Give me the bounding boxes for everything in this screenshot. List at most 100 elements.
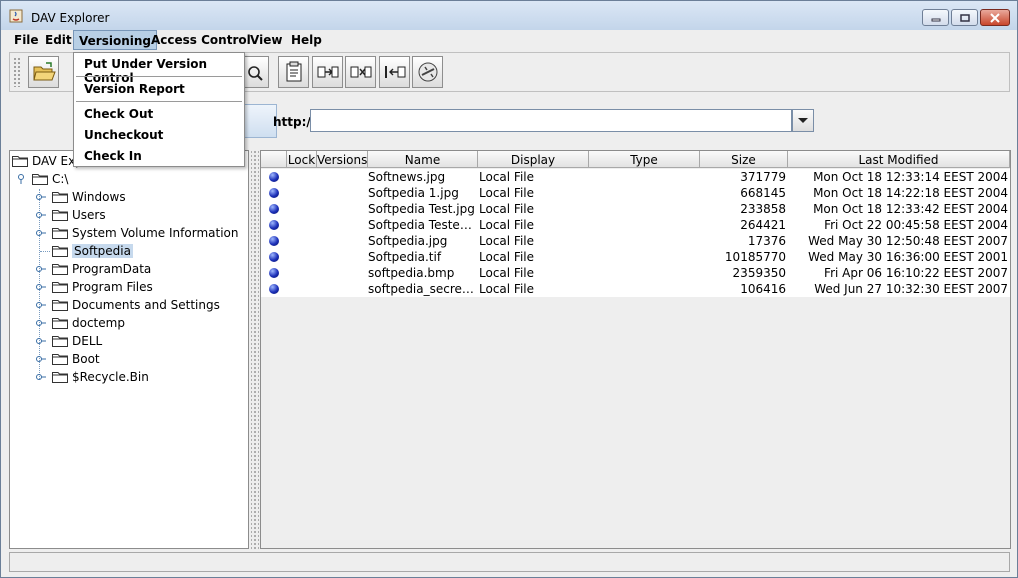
cell-type: [590, 217, 700, 233]
local-file-icon: [269, 188, 279, 198]
column-header-lock[interactable]: Lock: [287, 151, 317, 168]
table-row[interactable]: Softpedia 1.jpg Local File 668145 Mon Oct 1…: [261, 185, 1010, 201]
cell-type: [590, 281, 700, 297]
tree-item[interactable]: ProgramData: [12, 260, 248, 278]
cell-size: 371779: [740, 170, 786, 184]
menu-help[interactable]: Help: [286, 30, 327, 50]
tree-item-label: Documents and Settings: [72, 298, 220, 312]
toolbar-grip[interactable]: [13, 57, 21, 87]
menu-item-version-report[interactable]: Version Report: [74, 79, 244, 99]
cell-size: 10185770: [724, 250, 786, 264]
tree-drive-c[interactable]: C:\: [12, 170, 248, 188]
cell-size: 233858: [740, 202, 786, 216]
table-row[interactable]: softpedia.bmp Local File 2359350 Fri Apr 06…: [261, 265, 1010, 281]
folder-icon: [52, 264, 68, 275]
column-header-last-modified[interactable]: Last Modified: [788, 151, 1010, 168]
tree-item[interactable]: Windows: [12, 188, 248, 206]
cell-name: Softpedia.tif: [368, 250, 442, 264]
column-header-name[interactable]: Name: [368, 151, 478, 168]
minimize-icon: [931, 18, 940, 21]
menu-item-put-under-version-control[interactable]: Put Under Version Control: [74, 54, 244, 85]
cell-display: Local File: [479, 186, 534, 200]
collapsed-knob-icon: [36, 356, 46, 362]
url-protocol-label: http://: [273, 115, 316, 129]
table-row[interactable]: softpedia_secret_... Local File 106416 Wed …: [261, 281, 1010, 297]
connect-button[interactable]: [243, 104, 277, 138]
tree-item[interactable]: Documents and Settings: [12, 296, 248, 314]
cell-name: softpedia_secret_...: [368, 282, 478, 296]
menu-item-check-in[interactable]: Check In: [74, 146, 244, 166]
menu-bar: File Edit Versioning Access Control View…: [1, 30, 1017, 50]
cell-size: 2359350: [732, 266, 786, 280]
tree-item-label: Softpedia: [72, 244, 133, 258]
url-history-dropdown[interactable]: [792, 109, 814, 132]
folder-icon: [52, 192, 68, 203]
menu-access-control[interactable]: Access Control: [146, 30, 256, 50]
disconnect-button[interactable]: [412, 56, 443, 88]
tree-item[interactable]: Users: [12, 206, 248, 224]
table-row[interactable]: Softpedia.jpg Local File 17376 Wed May 30 1…: [261, 233, 1010, 249]
column-header-size[interactable]: Size: [700, 151, 788, 168]
properties-icon: [286, 61, 302, 82]
menu-versioning[interactable]: Versioning: [73, 30, 157, 50]
tree-item[interactable]: Program Files: [12, 278, 248, 296]
folder-icon: [52, 354, 68, 365]
cell-display: Local File: [479, 250, 534, 264]
local-file-icon: [269, 236, 279, 246]
folder-icon: [52, 282, 68, 293]
tree-item[interactable]: doctemp: [12, 314, 248, 332]
table-row[interactable]: Softpedia Test.jpg Local File 233858 Mon Oc…: [261, 201, 1010, 217]
folder-icon: [32, 174, 48, 185]
folder-icon: [52, 300, 68, 311]
move-button[interactable]: [345, 56, 376, 88]
table-row[interactable]: Softpedia.tif Local File 10185770 Wed May 3…: [261, 249, 1010, 265]
cell-type: [590, 265, 700, 281]
folder-tree[interactable]: DAV Explorer C:\ Windows Users System Volu…: [9, 150, 249, 549]
copy-button[interactable]: [312, 56, 343, 88]
maximize-icon: [959, 13, 970, 22]
properties-button[interactable]: [278, 56, 309, 88]
cell-size: 668145: [740, 186, 786, 200]
url-input[interactable]: [310, 109, 792, 132]
collapsed-knob-icon: [36, 194, 46, 200]
tree-item[interactable]: Softpedia: [12, 242, 248, 260]
cell-last-modified: Fri Oct 22 00:45:58 EEST 2004: [824, 218, 1008, 232]
menu-item-uncheckout[interactable]: Uncheckout: [74, 125, 244, 145]
column-header-type[interactable]: Type: [589, 151, 700, 168]
tree-item-label: Windows: [72, 190, 126, 204]
tree-item[interactable]: $Recycle.Bin: [12, 368, 248, 386]
tree-item[interactable]: DELL: [12, 332, 248, 350]
split-pane-divider[interactable]: [251, 150, 259, 549]
maximize-button[interactable]: [951, 9, 978, 26]
column-header-icon[interactable]: [261, 151, 287, 168]
open-button[interactable]: [28, 56, 59, 88]
menu-view[interactable]: View: [245, 30, 287, 50]
tree-item-label: DELL: [72, 334, 103, 348]
rename-button[interactable]: [379, 56, 410, 88]
menu-edit[interactable]: Edit: [40, 30, 77, 50]
rename-icon: [385, 66, 406, 78]
menu-file[interactable]: File: [9, 30, 44, 50]
cell-display: Local File: [479, 218, 534, 232]
tree-item[interactable]: System Volume Information: [12, 224, 248, 242]
folder-icon: [52, 336, 68, 347]
local-file-icon: [269, 172, 279, 182]
table-row[interactable]: Softnews.jpg Local File 371779 Mon Oct 18 1…: [261, 169, 1010, 185]
app-window: DAV Explorer File Edit Versioning Access…: [0, 0, 1018, 578]
menu-separator: [76, 76, 242, 77]
table-row[interactable]: Softpedia Tested.j... Local File 264421 Fri…: [261, 217, 1010, 233]
tree-item[interactable]: Boot: [12, 350, 248, 368]
title-bar[interactable]: DAV Explorer: [1, 1, 1017, 30]
collapsed-knob-icon: [36, 374, 46, 380]
minimize-button[interactable]: [922, 9, 949, 26]
collapsed-knob-icon: [36, 302, 46, 308]
tree-item-label: Boot: [72, 352, 100, 366]
cell-display: Local File: [479, 266, 534, 280]
cell-name: Softpedia Tested.j...: [368, 218, 478, 232]
column-header-versions[interactable]: Versions: [317, 151, 368, 168]
cell-last-modified: Wed May 30 16:36:00 EEST 2001: [808, 250, 1008, 264]
menu-item-check-out[interactable]: Check Out: [74, 104, 244, 124]
close-button[interactable]: [980, 9, 1010, 26]
tree-item-label: doctemp: [72, 316, 125, 330]
column-header-display[interactable]: Display: [478, 151, 589, 168]
